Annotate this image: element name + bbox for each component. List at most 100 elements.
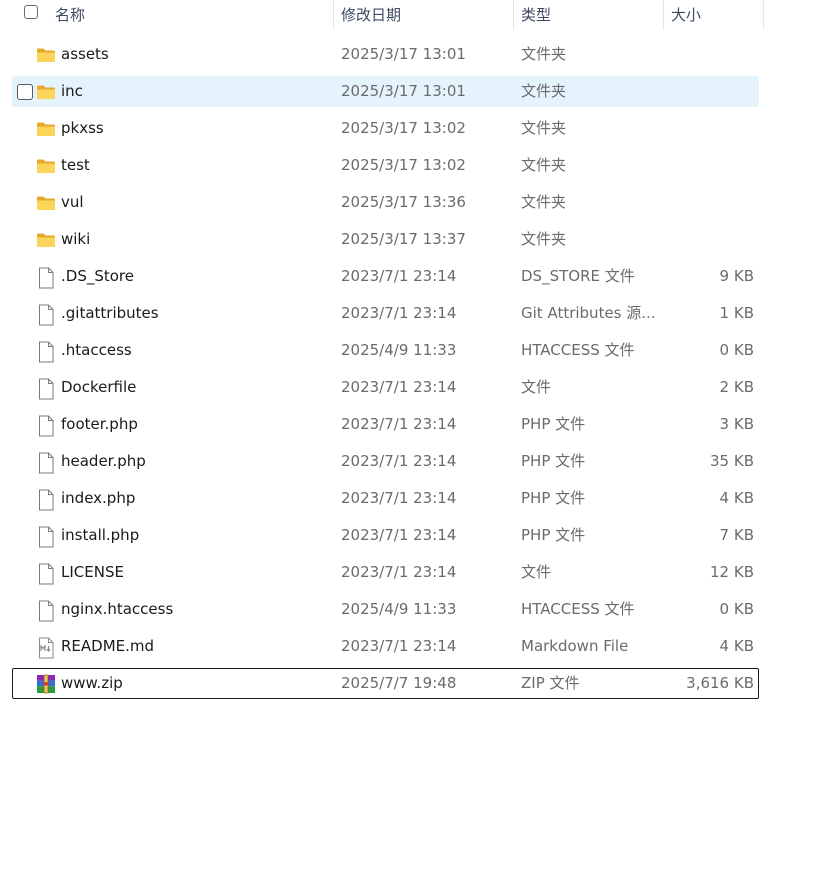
folder-icon (36, 82, 56, 102)
file-row[interactable]: vul 2025/3/17 13:36 文件夹 (0, 184, 822, 221)
column-header-type[interactable]: 类型 (521, 4, 551, 25)
file-type: 文件 (521, 563, 552, 581)
file-name: .DS_Store (61, 267, 134, 285)
file-modified-date: 2023/7/1 23:14 (341, 415, 457, 433)
file-name: test (61, 156, 90, 174)
file-row[interactable]: nginx.htaccess 2025/4/9 11:33 HTACCESS 文件 0… (0, 591, 822, 628)
file-row[interactable]: test 2025/3/17 13:02 文件夹 (0, 147, 822, 184)
file-modified-date: 2023/7/1 23:14 (341, 304, 457, 322)
column-header-modified[interactable]: 修改日期 (341, 4, 401, 25)
file-modified-date: 2025/3/17 13:01 (341, 45, 466, 63)
file-type: ZIP 文件 (521, 674, 580, 692)
file-icon (36, 526, 56, 548)
file-type: 文件夹 (521, 230, 567, 248)
file-size: 3 KB (719, 415, 754, 433)
file-modified-date: 2025/7/7 19:48 (341, 674, 457, 692)
file-row[interactable]: LICENSE 2023/7/1 23:14 文件 12 KB (0, 554, 822, 591)
file-type: PHP 文件 (521, 452, 586, 470)
file-name: nginx.htaccess (61, 600, 174, 618)
file-row[interactable]: index.php 2023/7/1 23:14 PHP 文件 4 KB (0, 480, 822, 517)
file-name: www.zip (61, 674, 123, 692)
file-modified-date: 2023/7/1 23:14 (341, 267, 457, 285)
file-size: 4 KB (719, 489, 754, 507)
column-divider[interactable] (663, 0, 664, 30)
file-type: PHP 文件 (521, 526, 586, 544)
file-type: HTACCESS 文件 (521, 600, 635, 618)
file-row[interactable]: wiki 2025/3/17 13:37 文件夹 (0, 221, 822, 258)
folder-icon (36, 230, 56, 250)
file-modified-date: 2025/3/17 13:37 (341, 230, 466, 248)
file-name: footer.php (61, 415, 138, 433)
file-icon (36, 267, 56, 289)
column-divider[interactable] (513, 0, 514, 30)
file-type: PHP 文件 (521, 489, 586, 507)
row-checkbox[interactable] (17, 84, 33, 100)
file-row[interactable]: www.zip 2025/7/7 19:48 ZIP 文件 3,616 KB (0, 665, 822, 702)
file-size: 35 KB (710, 452, 754, 470)
file-row[interactable]: pkxss 2025/3/17 13:02 文件夹 (0, 110, 822, 147)
file-icon (36, 304, 56, 326)
column-divider[interactable] (763, 0, 764, 30)
column-header-name[interactable]: 名称 (55, 4, 85, 25)
file-name: inc (61, 82, 83, 100)
file-modified-date: 2023/7/1 23:14 (341, 452, 457, 470)
file-list: assets 2025/3/17 13:01 文件夹 inc 2025/3/17 13:… (0, 36, 822, 702)
zip-archive-icon (36, 674, 56, 694)
file-modified-date: 2025/3/17 13:36 (341, 193, 466, 211)
file-name: README.md (61, 637, 155, 655)
file-row[interactable]: README.md 2023/7/1 23:14 Markdown File 4 KB (0, 628, 822, 665)
folder-icon (36, 156, 56, 176)
file-type: 文件夹 (521, 193, 567, 211)
file-size: 4 KB (719, 637, 754, 655)
file-modified-date: 2023/7/1 23:14 (341, 563, 457, 581)
file-row[interactable]: .htaccess 2025/4/9 11:33 HTACCESS 文件 0 KB (0, 332, 822, 369)
file-size: 9 KB (719, 267, 754, 285)
folder-icon (36, 119, 56, 139)
file-size: 3,616 KB (686, 674, 754, 692)
column-header-size[interactable]: 大小 (671, 4, 701, 25)
file-name: header.php (61, 452, 146, 470)
file-size: 0 KB (719, 600, 754, 618)
file-name: wiki (61, 230, 91, 248)
folder-icon (36, 193, 56, 213)
file-size: 2 KB (719, 378, 754, 396)
markdown-file-icon (36, 637, 56, 659)
file-modified-date: 2025/3/17 13:01 (341, 82, 466, 100)
file-row[interactable]: assets 2025/3/17 13:01 文件夹 (0, 36, 822, 73)
file-type: Git Attributes 源... (521, 304, 656, 322)
file-modified-date: 2025/3/17 13:02 (341, 119, 466, 137)
file-row[interactable]: Dockerfile 2023/7/1 23:14 文件 2 KB (0, 369, 822, 406)
file-type: 文件夹 (521, 82, 567, 100)
file-type: 文件夹 (521, 45, 567, 63)
file-modified-date: 2025/4/9 11:33 (341, 341, 457, 359)
file-name: assets (61, 45, 109, 63)
file-icon (36, 489, 56, 511)
file-size: 7 KB (719, 526, 754, 544)
file-type: 文件夹 (521, 119, 567, 137)
file-name: vul (61, 193, 84, 211)
file-type: 文件 (521, 378, 552, 396)
file-modified-date: 2025/4/9 11:33 (341, 600, 457, 618)
file-icon (36, 563, 56, 585)
column-divider[interactable] (333, 0, 334, 30)
file-row[interactable]: footer.php 2023/7/1 23:14 PHP 文件 3 KB (0, 406, 822, 443)
file-name: index.php (61, 489, 136, 507)
file-size: 12 KB (710, 563, 754, 581)
file-name: Dockerfile (61, 378, 137, 396)
file-row[interactable]: header.php 2023/7/1 23:14 PHP 文件 35 KB (0, 443, 822, 480)
file-modified-date: 2025/3/17 13:02 (341, 156, 466, 174)
file-row[interactable]: .DS_Store 2023/7/1 23:14 DS_STORE 文件 9 KB (0, 258, 822, 295)
select-all-checkbox[interactable] (24, 5, 38, 19)
file-row[interactable]: install.php 2023/7/1 23:14 PHP 文件 7 KB (0, 517, 822, 554)
file-row[interactable]: inc 2025/3/17 13:01 文件夹 (0, 73, 822, 110)
file-name: .gitattributes (61, 304, 159, 322)
sort-caret-icon: ⌃ (174, 0, 182, 5)
file-name: install.php (61, 526, 140, 544)
file-size: 0 KB (719, 341, 754, 359)
file-type: PHP 文件 (521, 415, 586, 433)
file-icon (36, 415, 56, 437)
file-name: LICENSE (61, 563, 124, 581)
file-modified-date: 2023/7/1 23:14 (341, 378, 457, 396)
column-header-bar: ⌃ 名称 修改日期 类型 大小 (0, 0, 764, 30)
file-row[interactable]: .gitattributes 2023/7/1 23:14 Git Attribut… (0, 295, 822, 332)
